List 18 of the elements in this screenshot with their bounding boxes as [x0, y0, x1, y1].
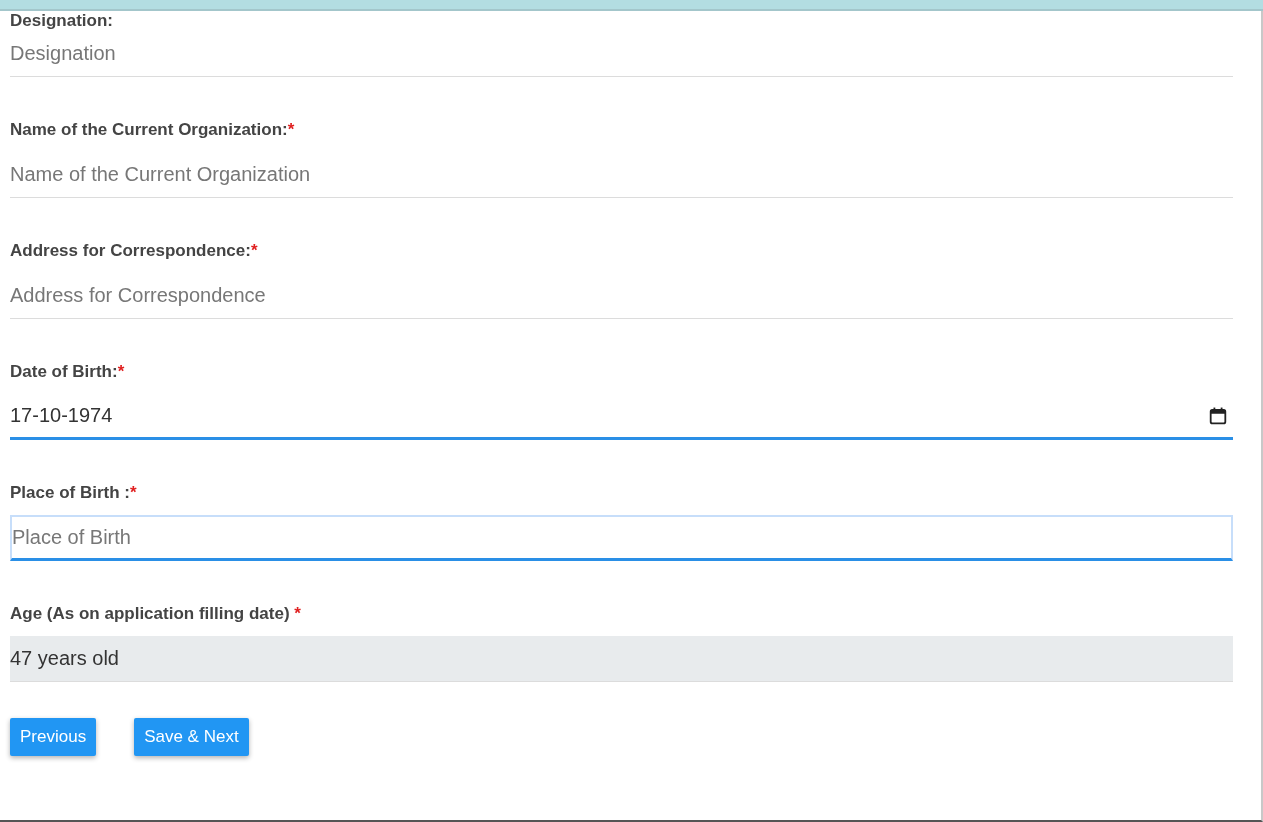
input-field[interactable]: Place of Birth [10, 515, 1233, 561]
required-mark: * [117, 362, 125, 381]
field-label: Address for Correspondence: [10, 241, 251, 260]
age-field[interactable]: 47 years old [10, 636, 1233, 682]
required-mark: * [129, 483, 137, 502]
required-mark: * [294, 604, 301, 623]
field-label: Date of Birth: [10, 362, 118, 381]
field-label: Designation: [10, 11, 113, 30]
field-label: Name of the Current Organization: [10, 120, 288, 139]
field-label: Place of Birth : [10, 483, 130, 502]
field-label: Age (As on application filling date) [10, 604, 291, 623]
input-field[interactable]: Name of the Current Organization [10, 152, 1233, 198]
required-mark: * [287, 120, 295, 139]
required-mark: * [250, 241, 258, 260]
date-field[interactable]: 17-10-1974 [10, 394, 1233, 440]
calendar-icon[interactable] [1209, 407, 1227, 425]
input-field[interactable]: Address for Correspondence [10, 273, 1233, 319]
input-field[interactable]: Designation [10, 31, 1233, 77]
